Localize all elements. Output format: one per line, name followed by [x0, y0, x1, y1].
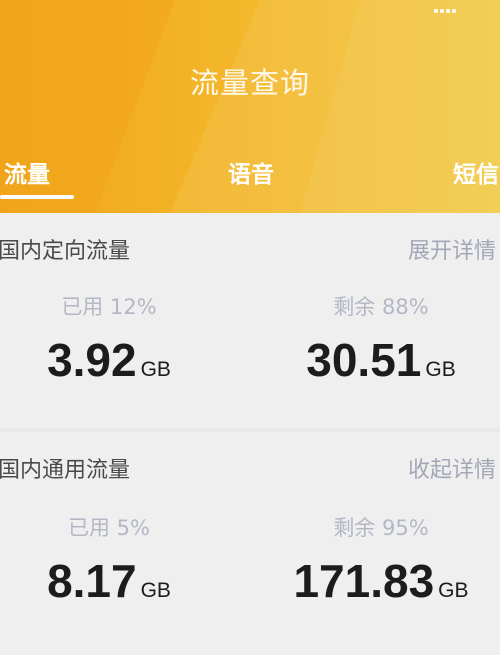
used-value: 8.17 GB	[0, 554, 229, 608]
used-stat: 已用 5% 8.17 GB	[0, 512, 229, 608]
remaining-unit: GB	[438, 579, 469, 602]
tab-bar: 流量 语音 短信	[0, 150, 500, 213]
remaining-amount: 171.83	[293, 555, 435, 607]
used-amount: 3.92	[47, 334, 137, 386]
remaining-stat: 剩余 88% 30.51 GB	[261, 291, 500, 387]
general-flow-section: 国内通用流量 收起详情 已用 5% 8.17 GB 剩余 95% 171.83 GB	[0, 432, 500, 655]
used-unit: GB	[140, 579, 171, 602]
remaining-label: 剩余 95%	[333, 516, 429, 540]
used-amount: 8.17	[47, 555, 137, 607]
remaining-value: 30.51 GB	[261, 333, 500, 387]
used-value: 3.92 GB	[0, 333, 229, 387]
used-label: 已用 5%	[68, 516, 150, 540]
used-label: 已用 12%	[61, 295, 157, 319]
remaining-value: 171.83 GB	[261, 554, 500, 608]
flow-query-page: 流量查询 流量 语音 短信 国内定向流量 展开详情 已用 12% 3.92 GB …	[0, 0, 500, 655]
tab-sms[interactable]: 短信	[453, 155, 499, 189]
status-bar-icon	[434, 0, 494, 13]
remaining-label: 剩余 88%	[333, 295, 429, 319]
section-title: 国内定向流量	[0, 239, 131, 264]
expand-details-link[interactable]: 展开详情	[408, 233, 496, 265]
used-unit: GB	[140, 358, 171, 381]
remaining-amount: 30.51	[306, 334, 422, 386]
section-title: 国内通用流量	[0, 458, 131, 483]
remaining-unit: GB	[425, 358, 456, 381]
remaining-stat: 剩余 95% 171.83 GB	[261, 512, 500, 608]
tab-voice[interactable]: 语音	[228, 155, 274, 189]
directed-flow-section: 国内定向流量 展开详情 已用 12% 3.92 GB 剩余 88% 30.51 GB	[0, 213, 500, 428]
tab-flow[interactable]: 流量	[4, 155, 50, 189]
collapse-details-link[interactable]: 收起详情	[408, 452, 496, 484]
header: 流量查询 流量 语音 短信	[0, 0, 500, 213]
used-stat: 已用 12% 3.92 GB	[0, 291, 229, 387]
page-title: 流量查询	[189, 66, 310, 100]
active-tab-indicator	[0, 195, 74, 199]
